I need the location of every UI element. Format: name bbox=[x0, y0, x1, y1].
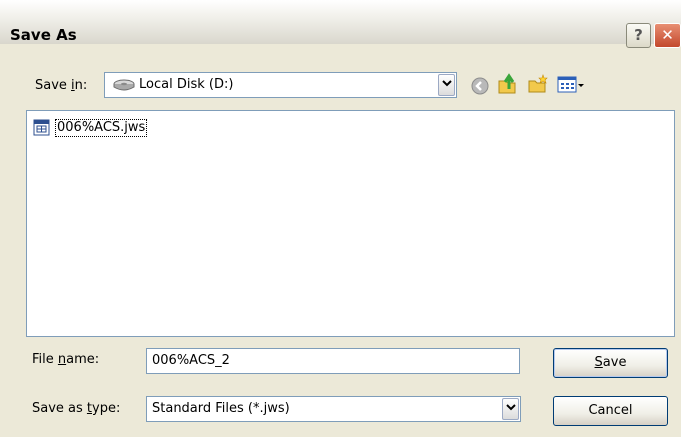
window-title: Save As bbox=[10, 26, 77, 44]
file-name-label-text: File name: bbox=[32, 352, 100, 367]
chevron-down-icon bbox=[442, 80, 452, 87]
chevron-down-icon bbox=[506, 404, 516, 411]
save-as-type-dropdown-button[interactable] bbox=[502, 398, 519, 420]
save-in-combo[interactable]: Local Disk (D:) bbox=[104, 72, 457, 98]
save-as-dialog: Save As ? ✕ Save in: Local Disk (D:) 006… bbox=[0, 0, 681, 437]
save-in-value: Local Disk (D:) bbox=[139, 77, 234, 92]
save-in-label: Save in: bbox=[35, 78, 88, 93]
views-menu-icon[interactable] bbox=[557, 76, 585, 99]
file-name-value: 006%ACS_2 bbox=[152, 353, 230, 368]
close-button[interactable]: ✕ bbox=[654, 23, 681, 48]
new-folder-icon[interactable] bbox=[527, 74, 549, 99]
up-folder-icon[interactable] bbox=[497, 73, 519, 100]
file-name-input[interactable]: 006%ACS_2 bbox=[146, 348, 520, 374]
save-button[interactable]: Save bbox=[553, 348, 668, 378]
hard-drive-icon bbox=[113, 79, 135, 95]
file-list[interactable]: 006%ACS.jws bbox=[26, 110, 675, 337]
save-as-type-combo[interactable]: Standard Files (*.jws) bbox=[146, 396, 521, 422]
back-arrow-icon[interactable] bbox=[471, 77, 489, 100]
jws-file-icon bbox=[33, 119, 50, 141]
help-button[interactable]: ? bbox=[626, 23, 651, 48]
save-as-type-value: Standard Files (*.jws) bbox=[152, 401, 290, 416]
save-in-dropdown-button[interactable] bbox=[438, 74, 455, 96]
title-bar[interactable]: Save As ? ✕ bbox=[0, 0, 681, 48]
save-as-type-label: Save as type: bbox=[32, 401, 121, 416]
cancel-button[interactable]: Cancel bbox=[553, 396, 668, 426]
file-name-label: 006%ACS.jws bbox=[55, 119, 148, 137]
